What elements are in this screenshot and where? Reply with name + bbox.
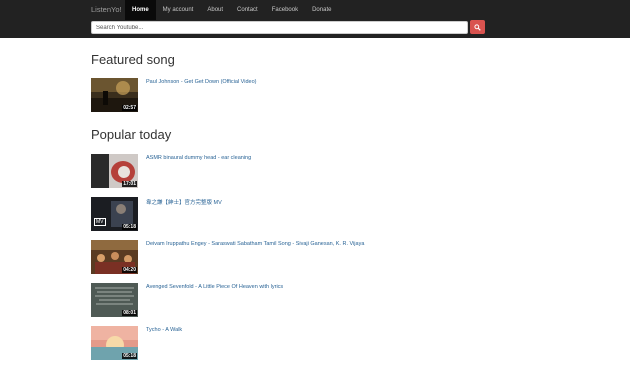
search-input[interactable] bbox=[91, 21, 468, 34]
nav-my-account[interactable]: My account bbox=[156, 0, 201, 20]
duration-label: 05:18 bbox=[122, 353, 137, 359]
nav-home[interactable]: Home bbox=[125, 0, 156, 20]
duration-label: 17:01 bbox=[122, 181, 137, 187]
search-icon bbox=[474, 24, 481, 31]
main-nav: Home My account About Contact Facebook D… bbox=[125, 0, 338, 20]
nav-about[interactable]: About bbox=[200, 0, 230, 20]
brand-logo[interactable]: ListenYo! bbox=[91, 5, 122, 14]
mv-badge: MV bbox=[94, 218, 106, 226]
video-link[interactable]: 韋之謙【紳士】官方完整版 MV bbox=[146, 198, 222, 206]
video-thumbnail[interactable]: MV 05:18 bbox=[91, 197, 138, 231]
video-thumbnail[interactable]: 04:20 bbox=[91, 240, 138, 274]
video-thumbnail[interactable]: 17:01 bbox=[91, 154, 138, 188]
video-link[interactable]: Avenged Sevenfold - A Little Piece Of He… bbox=[146, 284, 283, 290]
video-link[interactable]: ASMR binaural dummy head - ear cleaning bbox=[146, 155, 251, 161]
featured-heading: Featured song bbox=[91, 52, 175, 67]
nav-donate[interactable]: Donate bbox=[305, 0, 338, 20]
duration-label: 05:18 bbox=[122, 224, 137, 230]
duration-label: 02:57 bbox=[122, 105, 137, 111]
nav-contact[interactable]: Contact bbox=[230, 0, 265, 20]
nav-facebook[interactable]: Facebook bbox=[265, 0, 305, 20]
featured-video-thumbnail[interactable]: 02:57 bbox=[91, 78, 138, 112]
video-link[interactable]: Tycho - A Walk bbox=[146, 327, 182, 333]
video-thumbnail[interactable]: 05:18 bbox=[91, 326, 138, 360]
top-navbar: ListenYo! Home My account About Contact … bbox=[0, 0, 630, 38]
video-link[interactable]: Deivam Iruppathu Engey - Saraswati Sabat… bbox=[146, 241, 364, 247]
duration-label: 08:01 bbox=[122, 310, 137, 316]
featured-video-link[interactable]: Paul Johnson - Get Get Down (Official Vi… bbox=[146, 79, 256, 85]
video-thumbnail[interactable]: 08:01 bbox=[91, 283, 138, 317]
search-button[interactable] bbox=[470, 20, 485, 34]
duration-label: 04:20 bbox=[122, 267, 137, 273]
popular-heading: Popular today bbox=[91, 127, 172, 142]
